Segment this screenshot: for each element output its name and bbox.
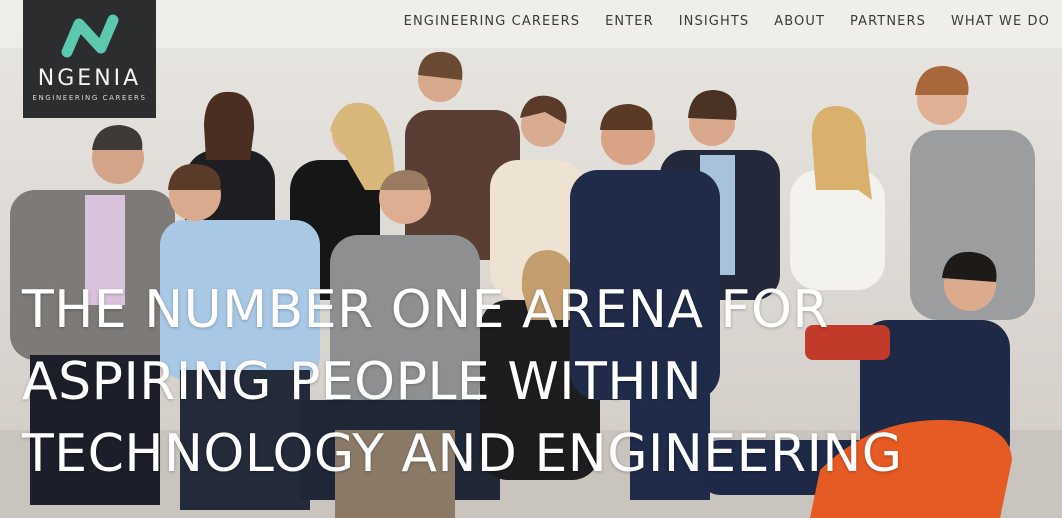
- nav-what-we-do[interactable]: WHAT WE DO: [951, 14, 1050, 29]
- hero-section: ENGINEERING CAREERS ENTER INSIGHTS ABOUT…: [0, 0, 1062, 518]
- headline-line-2: ASPIRING PEOPLE WITHIN: [22, 352, 703, 412]
- person-back-6: [790, 105, 885, 290]
- main-nav: ENGINEERING CAREERS ENTER INSIGHTS ABOUT…: [404, 14, 1050, 29]
- nav-about[interactable]: ABOUT: [774, 14, 825, 29]
- brand-tagline: ENGINEERING CAREERS: [32, 94, 147, 102]
- headline-line-1: THE NUMBER ONE ARENA FOR: [22, 280, 830, 340]
- headline-line-3: TECHNOLOGY AND ENGINEERING: [22, 424, 903, 484]
- brand-name: NGENIA: [37, 66, 142, 91]
- logo-mark-icon: [61, 14, 119, 58]
- nav-partners[interactable]: PARTNERS: [850, 14, 926, 29]
- nav-engineering-careers[interactable]: ENGINEERING CAREERS: [404, 14, 580, 29]
- nav-enter[interactable]: ENTER: [605, 14, 654, 29]
- nav-insights[interactable]: INSIGHTS: [679, 14, 750, 29]
- hero-headline: THE NUMBER ONE ARENA FOR ASPIRING PEOPLE…: [22, 274, 903, 490]
- top-nav-bar: ENGINEERING CAREERS ENTER INSIGHTS ABOUT…: [0, 0, 1062, 48]
- brand-logo[interactable]: NGENIA ENGINEERING CAREERS: [23, 0, 156, 118]
